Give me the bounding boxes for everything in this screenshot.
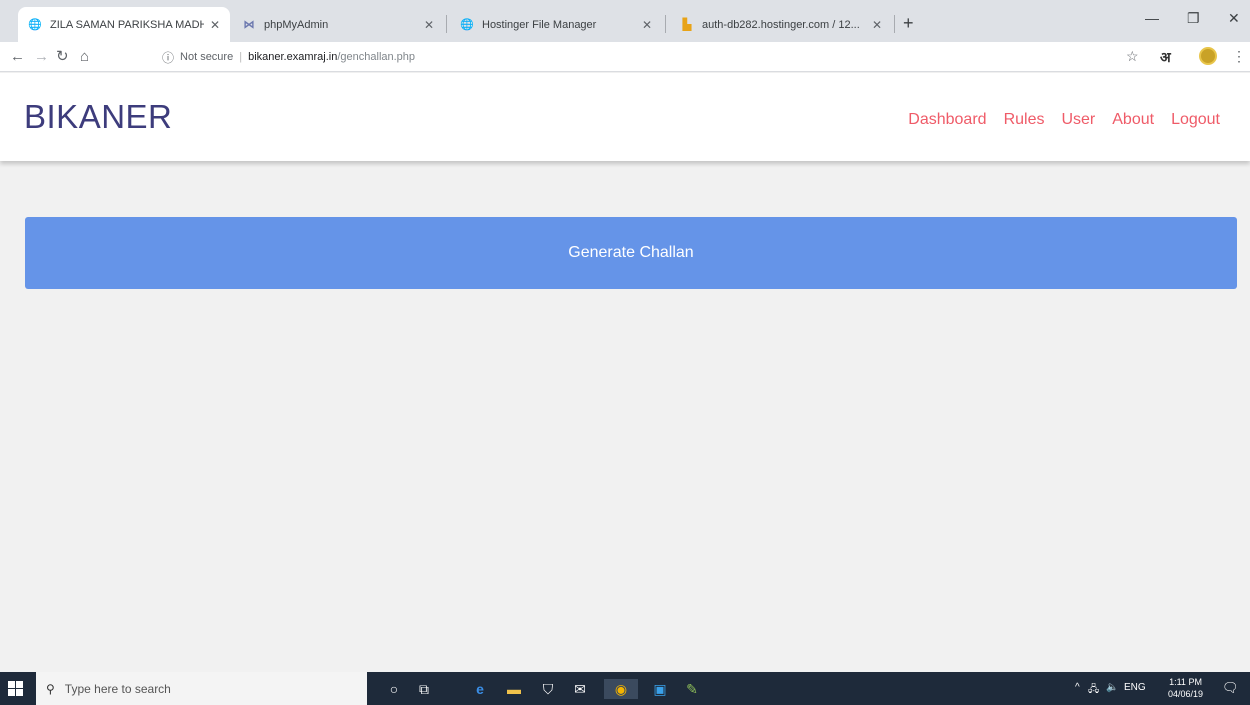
search-icon: ⚲ (46, 681, 55, 696)
tab-close-icon[interactable]: ✕ (424, 18, 434, 32)
tab-separator (894, 15, 895, 33)
nav-about[interactable]: About (1112, 111, 1154, 129)
tab-label: Hostinger File Manager (482, 18, 597, 31)
address-separator: | (239, 51, 243, 63)
tab-auth-db282[interactable]: ▙ auth-db282.hostinger.com / 12... ✕ (670, 7, 892, 42)
tool-icon[interactable]: ✎ (682, 679, 702, 699)
browser-toolbar: ← → ↻ ⌂ ⓘ Not secure | bikaner.examraj.i… (0, 42, 1250, 72)
site-brand[interactable]: BIKANER (24, 98, 172, 136)
taskbar-search-placeholder: Type here to search (64, 681, 171, 696)
tab-hostinger-file-manager[interactable]: 🌐 Hostinger File Manager ✕ (450, 7, 662, 42)
tab-separator (446, 15, 447, 33)
nav-dashboard[interactable]: Dashboard (908, 111, 986, 129)
volume-icon[interactable]: 🔈 (1106, 682, 1118, 693)
mail-icon[interactable]: ✉ (570, 679, 590, 699)
nav-logout[interactable]: Logout (1171, 111, 1220, 129)
tab-close-icon[interactable]: ✕ (642, 18, 652, 32)
tab-label: ZILA SAMAN PARIKSHA MADHY... (50, 18, 204, 31)
back-icon[interactable]: ← (10, 48, 25, 66)
nav-rules[interactable]: Rules (1004, 111, 1045, 129)
language-indicator[interactable]: ENG (1124, 682, 1146, 693)
site-header: BIKANER Dashboard Rules User About Logou… (0, 73, 1250, 161)
tab-close-icon[interactable]: ✕ (872, 18, 882, 32)
home-icon[interactable]: ⌂ (80, 48, 89, 66)
clock-time: 1:11 PM (1169, 677, 1202, 687)
cortana-icon[interactable]: ○ (384, 679, 404, 699)
nav-user[interactable]: User (1061, 111, 1095, 129)
address-host: bikaner.examraj.in (248, 51, 338, 63)
notifications-icon[interactable]: 🗨 (1222, 680, 1239, 696)
edge-icon[interactable]: e (470, 679, 490, 699)
reload-icon[interactable]: ↻ (56, 48, 69, 66)
main-nav: Dashboard Rules User About Logout (908, 111, 1220, 129)
show-hidden-icons-icon[interactable]: ^ (1075, 682, 1080, 693)
minimize-icon[interactable]: — (1145, 10, 1159, 26)
chrome-icon[interactable]: ◉ (604, 679, 638, 699)
taskbar-clock[interactable]: 1:11 PM 04/06/19 (1168, 676, 1203, 700)
tab-label: phpMyAdmin (264, 18, 329, 31)
globe-icon: 🌐 (460, 19, 474, 31)
app-icon[interactable]: ▣ (650, 679, 670, 699)
taskbar-search[interactable]: ⚲ Type here to search (36, 672, 367, 705)
tab-zila-saman[interactable]: 🌐 ZILA SAMAN PARIKSHA MADHY... ✕ (18, 7, 230, 42)
address-path: /genchallan.php (337, 51, 416, 63)
globe-icon: 🌐 (28, 19, 42, 31)
browser-tab-strip: 🌐 ZILA SAMAN PARIKSHA MADHY... ✕ ⋈ phpMy… (0, 0, 1250, 42)
bookmark-star-icon[interactable]: ☆ (1126, 48, 1139, 65)
tab-close-icon[interactable]: ✕ (210, 18, 220, 32)
phpmyadmin-icon: ⋈ (243, 19, 255, 31)
tab-phpmyadmin[interactable]: ⋈ phpMyAdmin ✕ (232, 7, 444, 42)
tab-label: auth-db282.hostinger.com / 12... (702, 18, 860, 31)
info-icon[interactable]: ⓘ (162, 49, 174, 66)
restore-icon[interactable]: ❐ (1187, 10, 1200, 27)
generate-challan-button[interactable]: Generate Challan (25, 217, 1237, 289)
file-explorer-icon[interactable]: ▬ (504, 679, 524, 699)
store-icon[interactable]: ⛉ (538, 679, 558, 699)
clock-date: 04/06/19 (1168, 689, 1204, 699)
new-tab-button[interactable]: + (903, 13, 914, 34)
windows-start-icon[interactable] (8, 681, 23, 696)
menu-kebab-icon[interactable]: ⋮ (1232, 48, 1246, 65)
database-icon: ▙ (682, 19, 692, 31)
tab-separator (665, 15, 666, 33)
network-icon[interactable]: 🖧 (1088, 682, 1099, 699)
forward-icon[interactable]: → (34, 48, 49, 66)
windows-taskbar: ⚲ Type here to search ○ ⧉ e ▬ ⛉ ✉ ◉ ▣ ✎ … (0, 672, 1250, 705)
profile-avatar[interactable] (1199, 47, 1217, 65)
security-label: Not secure (180, 51, 234, 63)
address-bar[interactable]: ⓘ Not secure | bikaner.examraj.in /gench… (162, 47, 415, 67)
close-window-icon[interactable]: ✕ (1228, 10, 1240, 27)
task-view-icon[interactable]: ⧉ (414, 679, 434, 699)
translate-extension-icon[interactable]: अ (1160, 48, 1171, 67)
